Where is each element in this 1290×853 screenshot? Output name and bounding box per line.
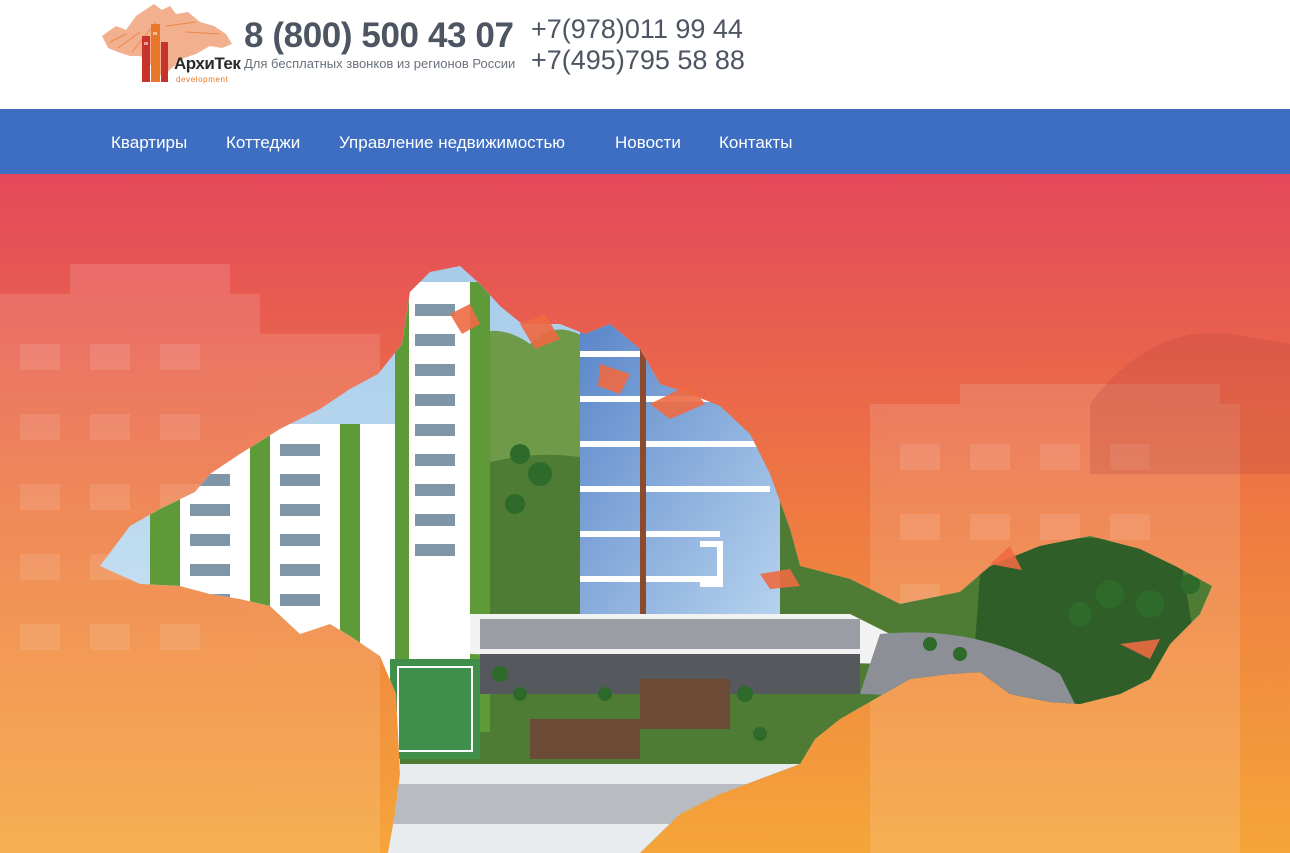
nav-item-contacts[interactable]: Контакты: [719, 133, 792, 153]
site-header: АрхиТек development 8 (800) 500 43 07 Дл…: [0, 0, 1290, 109]
company-logo[interactable]: АрхиТек development: [96, 2, 241, 88]
phone-number-crimea[interactable]: +7(978)011 99 44: [531, 14, 743, 45]
nav-item-property-management[interactable]: Управление недвижимостью: [339, 133, 565, 153]
main-phone-note: Для бесплатных звонков из регионов Росси…: [244, 56, 516, 71]
hero-banner: [0, 174, 1290, 853]
nav-item-cottages[interactable]: Коттеджи: [226, 133, 300, 153]
nav-item-apartments[interactable]: Квартиры: [111, 133, 187, 153]
logo-subtitle: development: [176, 75, 229, 84]
main-phone-number[interactable]: 8 (800) 500 43 07: [244, 16, 514, 56]
main-navigation: Квартиры Коттеджи Управление недвижимост…: [0, 109, 1290, 174]
logo-name: АрхиТек: [174, 54, 241, 73]
phone-number-moscow[interactable]: +7(495)795 58 88: [531, 45, 745, 76]
nav-item-news[interactable]: Новости: [615, 133, 681, 153]
hero-illustration: [0, 174, 1290, 853]
